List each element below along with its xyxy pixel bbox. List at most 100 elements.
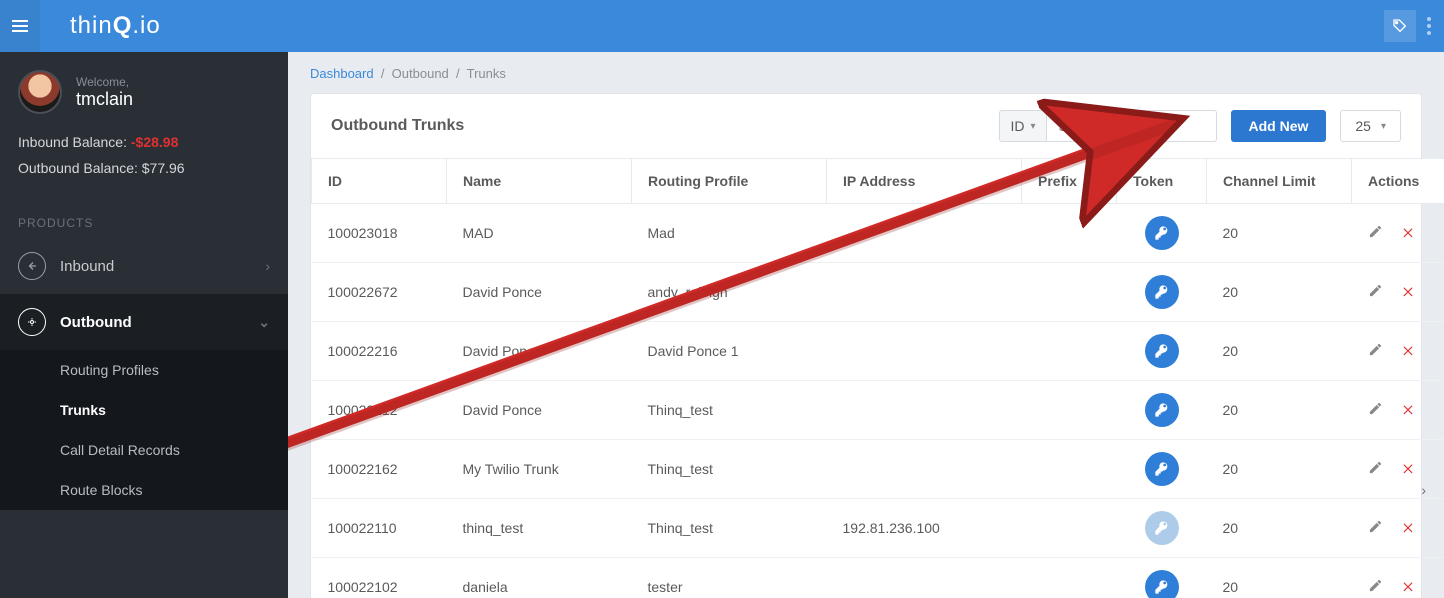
breadcrumb: Dashboard / Outbound / Trunks [310,66,1422,81]
edit-button[interactable] [1368,285,1383,301]
trunks-table: ID Name Routing Profile IP Address Prefi… [311,159,1444,598]
delete-button[interactable] [1401,403,1415,419]
cell-name: David Ponce [447,322,632,381]
inbound-icon [18,252,46,280]
welcome-label: Welcome, [76,75,133,89]
cell-ip [827,263,1022,322]
delete-button[interactable] [1401,344,1415,360]
avatar[interactable] [18,70,62,114]
outbound-balance: Outbound Balance: $77.96 [18,160,270,176]
th-prefix[interactable]: Prefix [1022,159,1117,204]
tag-icon [1392,18,1408,34]
token-button[interactable] [1145,334,1179,368]
cell-actions [1352,558,1444,598]
cell-channel-limit: 20 [1207,204,1352,263]
cell-name: thinq_test [447,499,632,558]
cell-prefix [1022,322,1117,381]
cell-name: David Ponce [447,263,632,322]
search-input[interactable] [1047,110,1217,142]
cell-actions [1352,322,1444,381]
menu-toggle-button[interactable] [0,0,40,52]
cell-prefix [1022,440,1117,499]
cell-id: 100022672 [312,263,447,322]
page-size-select[interactable]: 25 ▾ [1340,110,1401,142]
subnav-route-blocks[interactable]: Route Blocks› [0,470,288,510]
cell-prefix [1022,263,1117,322]
search-field-selector[interactable]: ID ▾ [999,110,1046,142]
cell-channel-limit: 20 [1207,558,1352,598]
th-name[interactable]: Name [447,159,632,204]
cell-name: David Ponce [447,381,632,440]
cell-name: daniela [447,558,632,598]
table-row: 100022672David Ponceandy_raleigh20 [312,263,1444,322]
cell-ip [827,558,1022,598]
th-id[interactable]: ID [312,159,447,204]
table-row: 100023018MADMad20 [312,204,1444,263]
panel-title: Outbound Trunks [331,117,999,135]
cell-actions [1352,263,1444,322]
cell-actions [1352,440,1444,499]
sidebar-item-inbound[interactable]: Inbound › [0,238,288,294]
cell-channel-limit: 20 [1207,263,1352,322]
username[interactable]: tmclain [76,89,133,110]
breadcrumb-trunks: Trunks [467,66,506,81]
th-routing-profile[interactable]: Routing Profile [632,159,827,204]
brand-logo[interactable]: thinQ.io [70,12,161,40]
chevron-right-icon: › [265,258,270,274]
table-row: 100022212David PonceThinq_test20 [312,381,1444,440]
token-button [1145,511,1179,545]
cell-ip [827,440,1022,499]
header-more-button[interactable] [1422,10,1436,42]
subnav-cdr[interactable]: Call Detail Records [0,430,288,470]
add-new-button[interactable]: Add New [1231,110,1327,142]
cell-id: 100022212 [312,381,447,440]
breadcrumb-dashboard[interactable]: Dashboard [310,66,374,81]
edit-button[interactable] [1368,344,1383,360]
cell-token [1117,263,1207,322]
table-row: 100022162My Twilio TrunkThinq_test20 [312,440,1444,499]
edit-button[interactable] [1368,521,1383,537]
delete-button[interactable] [1401,285,1415,301]
cell-id: 100022162 [312,440,447,499]
delete-button[interactable] [1401,521,1415,537]
th-channel-limit[interactable]: Channel Limit [1207,159,1352,204]
delete-button[interactable] [1401,462,1415,478]
edit-button[interactable] [1368,462,1383,478]
token-button[interactable] [1145,216,1179,250]
cell-channel-limit: 20 [1207,322,1352,381]
table-row: 100022110thinq_testThinq_test192.81.236.… [312,499,1444,558]
delete-button[interactable] [1401,226,1415,242]
cell-routing-profile: David Ponce 1 [632,322,827,381]
th-token[interactable]: Token [1117,159,1207,204]
th-ip[interactable]: IP Address [827,159,1022,204]
token-button[interactable] [1145,570,1179,598]
cell-prefix [1022,558,1117,598]
header-action-button[interactable] [1384,10,1416,42]
token-button[interactable] [1145,452,1179,486]
caret-down-icon: ▾ [1030,121,1035,132]
cell-actions [1352,204,1444,263]
cell-id: 100022102 [312,558,447,598]
cell-ip: 192.81.236.100 [827,499,1022,558]
edit-button[interactable] [1368,403,1383,419]
delete-button[interactable] [1401,580,1415,596]
breadcrumb-outbound: Outbound [392,66,449,81]
sidebar-item-outbound[interactable]: Outbound ⌄ [0,294,288,350]
cell-channel-limit: 20 [1207,499,1352,558]
token-button[interactable] [1145,275,1179,309]
cell-prefix [1022,499,1117,558]
cell-routing-profile: Thinq_test [632,499,827,558]
panel: Outbound Trunks ID ▾ Add New 25 ▾ [310,93,1422,598]
subnav-routing-profiles[interactable]: Routing Profiles [0,350,288,390]
token-button[interactable] [1145,393,1179,427]
cell-id: 100023018 [312,204,447,263]
edit-button[interactable] [1368,226,1383,242]
edit-button[interactable] [1368,580,1383,596]
subnav-trunks[interactable]: Trunks [0,390,288,430]
cell-id: 100022110 [312,499,447,558]
cell-name: MAD [447,204,632,263]
th-actions: Actions [1352,159,1444,204]
caret-down-icon: ▾ [1381,121,1386,132]
products-label: PRODUCTS [0,202,288,238]
cell-actions [1352,499,1444,558]
